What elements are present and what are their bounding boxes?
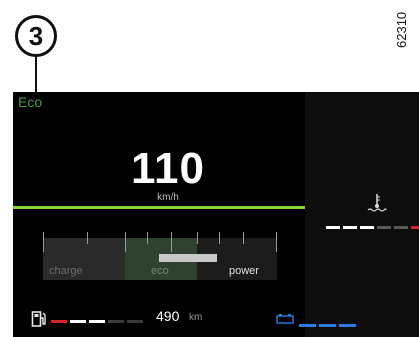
- gauge-label-power: power: [229, 265, 259, 277]
- callout-leader-line: [35, 57, 37, 96]
- level-segment: [108, 320, 124, 323]
- gauge-tick: [171, 232, 172, 252]
- level-segment: [51, 320, 67, 323]
- range-value: 490: [156, 308, 180, 324]
- level-segment: [70, 320, 86, 323]
- level-segment: [127, 320, 143, 323]
- gauge-tick: [276, 232, 277, 252]
- level-segment: [319, 324, 336, 327]
- fuel-level-bar: [51, 320, 143, 323]
- level-segment: [394, 226, 408, 229]
- gauge-tick: [87, 232, 88, 244]
- level-segment: [377, 226, 391, 229]
- gauge-tick: [219, 232, 220, 244]
- level-segment: [411, 226, 419, 229]
- callout-number: 3: [28, 20, 44, 51]
- instrument-cluster: Eco 110 km/h charge eco power 490 km: [13, 92, 419, 337]
- level-segment: [326, 226, 340, 229]
- driving-mode-label: Eco: [18, 94, 43, 110]
- range-unit: km: [189, 312, 203, 323]
- right-panel: [305, 92, 419, 337]
- level-segment: [89, 320, 105, 323]
- battery-icon: [276, 314, 294, 324]
- gauge-label-eco: eco: [151, 265, 169, 277]
- gauge-tick: [125, 232, 126, 252]
- coolant-temperature-bar: [326, 226, 419, 229]
- fuel-pump-icon: [31, 311, 46, 327]
- coolant-temperature-icon: [367, 194, 387, 212]
- figure-code: 62310: [394, 11, 409, 49]
- speed-value: 110: [131, 144, 205, 193]
- level-segment: [339, 324, 356, 327]
- level-segment: [360, 226, 374, 229]
- gauge-tick: [147, 232, 148, 244]
- gauge-tick: [197, 232, 198, 244]
- gauge-label-charge: charge: [49, 265, 83, 277]
- gauge-indicator-bar: [159, 254, 217, 262]
- callout-marker: 3: [15, 15, 57, 57]
- power-gauge: charge eco power: [43, 232, 277, 280]
- battery-level-bar: [299, 324, 356, 327]
- gauge-tick: [43, 232, 44, 252]
- gauge-tick: [243, 232, 244, 244]
- level-segment: [343, 226, 357, 229]
- level-segment: [299, 324, 316, 327]
- eco-accent-line: [13, 206, 305, 209]
- speed-unit: km/h: [157, 192, 179, 203]
